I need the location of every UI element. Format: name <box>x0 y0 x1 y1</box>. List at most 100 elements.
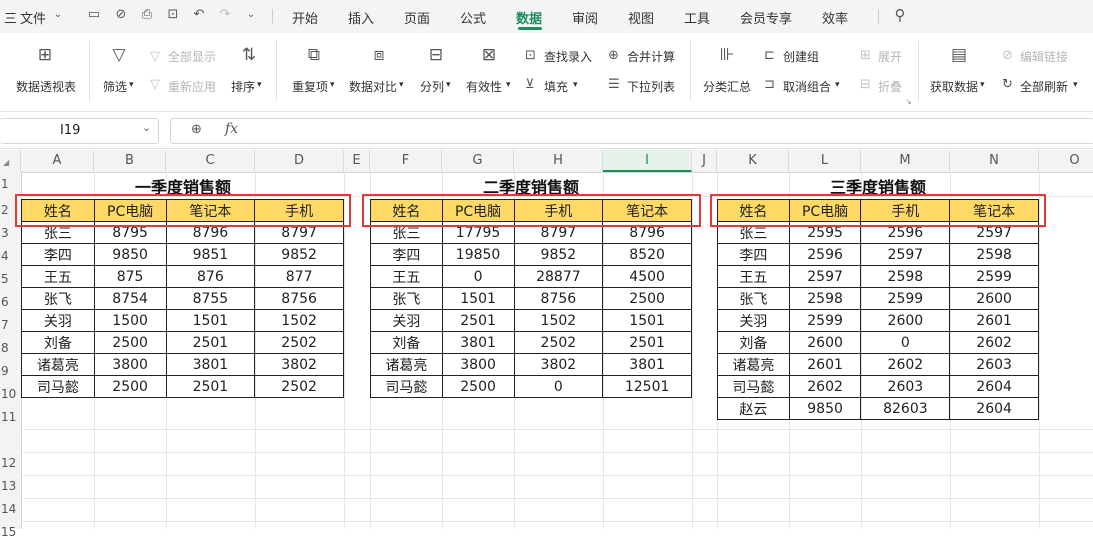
cell[interactable]: 8756 <box>254 287 344 310</box>
cell[interactable]: 9850 <box>788 397 862 420</box>
chevron-down-icon[interactable]: ⌄ <box>142 121 151 134</box>
cell[interactable]: 2502 <box>254 331 344 354</box>
chevron-down-icon[interactable]: ▾ <box>835 80 840 90</box>
cell[interactable]: 12501 <box>602 375 692 398</box>
cell[interactable]: 2501 <box>441 309 515 332</box>
cell[interactable]: 1501 <box>602 309 692 332</box>
cell[interactable]: 关羽 <box>21 309 95 332</box>
link-icon[interactable]: ⊘ <box>113 7 129 23</box>
cell[interactable]: 李四 <box>21 243 95 266</box>
tab-efficiency[interactable]: 效率 <box>822 8 848 27</box>
create-group-button[interactable]: 创建组 <box>783 48 819 65</box>
cell[interactable]: 张飞 <box>21 287 95 310</box>
cell[interactable]: 2597 <box>788 265 862 288</box>
tab-insert[interactable]: 插入 <box>348 8 374 27</box>
cell[interactable]: 王五 <box>21 265 95 288</box>
column-header[interactable]: C <box>166 150 255 172</box>
cell[interactable]: 2600 <box>860 309 951 332</box>
cell[interactable]: 2602 <box>860 353 951 376</box>
column-header[interactable]: L <box>789 150 861 172</box>
sort-icon[interactable]: ⇅ <box>238 45 260 65</box>
column-header[interactable]: F <box>370 150 442 172</box>
split-columns-icon[interactable]: ⊟ <box>425 45 447 65</box>
cell[interactable]: 9852 <box>513 243 604 266</box>
cell[interactable]: 王五 <box>370 265 443 288</box>
cell[interactable]: 关羽 <box>717 309 790 332</box>
tab-review[interactable]: 审阅 <box>572 8 598 27</box>
cell[interactable]: 8754 <box>93 287 167 310</box>
cell[interactable]: 0 <box>860 331 951 354</box>
consolidate-button[interactable]: 合并计算 <box>627 48 675 65</box>
row-header[interactable]: 14 <box>0 502 22 516</box>
cell[interactable]: 刘备 <box>370 331 443 354</box>
more-chevron-icon[interactable]: ⌄ <box>243 7 259 23</box>
cell[interactable]: 28877 <box>513 265 604 288</box>
cell[interactable]: 0 <box>513 375 604 398</box>
cell[interactable]: 2501 <box>165 331 256 354</box>
row-header[interactable]: 1 <box>0 177 22 191</box>
cell[interactable]: 关羽 <box>370 309 443 332</box>
column-header[interactable]: O <box>1039 150 1093 172</box>
row-header[interactable]: 3 <box>0 226 22 240</box>
cell[interactable]: 司马懿 <box>717 375 790 398</box>
save-icon[interactable]: ▭ <box>86 7 102 23</box>
row-header[interactable]: 12 <box>0 456 22 470</box>
refresh-all-button[interactable]: 全部刷新 <box>1020 78 1068 95</box>
cell[interactable]: 张飞 <box>370 287 443 310</box>
hamburger-menu[interactable]: 三 <box>4 8 17 27</box>
validity-button[interactable]: 有效性 <box>466 78 502 95</box>
cell[interactable]: 2603 <box>949 353 1039 376</box>
cell[interactable]: 2502 <box>254 375 344 398</box>
row-header[interactable]: 15 <box>0 525 22 539</box>
chevron-down-icon[interactable]: ▾ <box>399 80 404 90</box>
tab-formula[interactable]: 公式 <box>460 8 486 27</box>
cell[interactable]: 2599 <box>949 265 1039 288</box>
cell[interactable]: 2602 <box>788 375 862 398</box>
row-header[interactable]: 11 <box>0 410 22 424</box>
ungroup-button[interactable]: 取消组合 <box>783 78 831 95</box>
tab-tools[interactable]: 工具 <box>684 8 710 27</box>
cell[interactable]: 1501 <box>441 287 515 310</box>
cell[interactable]: 2597 <box>860 243 951 266</box>
cell[interactable]: 2501 <box>165 375 256 398</box>
chevron-down-icon[interactable]: ▾ <box>330 80 335 90</box>
cell[interactable]: 9852 <box>254 243 344 266</box>
file-menu[interactable]: 文件 <box>20 8 46 27</box>
row-header[interactable]: 5 <box>0 272 22 286</box>
column-header-selected[interactable]: I <box>603 150 692 172</box>
cell[interactable]: 4500 <box>602 265 692 288</box>
cell[interactable]: 司马懿 <box>370 375 443 398</box>
cell[interactable]: 2500 <box>93 375 167 398</box>
column-header[interactable]: K <box>717 150 789 172</box>
get-data-icon[interactable]: ▤ <box>948 45 970 65</box>
cell[interactable]: 82603 <box>860 397 951 420</box>
row-header[interactable]: 8 <box>0 341 22 355</box>
get-data-button[interactable]: 获取数据 <box>930 78 978 95</box>
show-all-button[interactable]: 全部显示 <box>168 48 216 65</box>
cell[interactable]: 诸葛亮 <box>370 353 443 376</box>
redo-icon[interactable]: ↷ <box>217 7 233 23</box>
cell[interactable]: 875 <box>93 265 167 288</box>
cell[interactable]: 2501 <box>602 331 692 354</box>
cell[interactable]: 3802 <box>513 353 604 376</box>
cell[interactable]: 3802 <box>254 353 344 376</box>
cell[interactable]: 2500 <box>602 287 692 310</box>
split-columns-button[interactable]: 分列 <box>420 78 444 95</box>
validity-icon[interactable]: ⊠ <box>478 45 500 65</box>
cell[interactable]: 张飞 <box>717 287 790 310</box>
cell[interactable]: 刘备 <box>21 331 95 354</box>
chevron-down-icon[interactable]: ▾ <box>446 80 451 90</box>
formula-input[interactable]: ⊕ fx <box>170 118 1093 144</box>
cell[interactable]: 1502 <box>254 309 344 332</box>
cell[interactable]: 司马懿 <box>21 375 95 398</box>
cell[interactable]: 876 <box>165 265 256 288</box>
chevron-down-icon[interactable]: ⌄ <box>50 7 66 23</box>
cell[interactable]: 2599 <box>860 287 951 310</box>
cell[interactable]: 8755 <box>165 287 256 310</box>
column-header[interactable]: B <box>94 150 166 172</box>
print-preview-icon[interactable]: ⊡ <box>165 7 181 23</box>
subtotal-button[interactable]: 分类汇总 <box>703 78 751 95</box>
cell[interactable]: 2598 <box>788 287 862 310</box>
sort-button[interactable]: 排序 <box>231 78 255 95</box>
cell[interactable]: 2601 <box>788 353 862 376</box>
